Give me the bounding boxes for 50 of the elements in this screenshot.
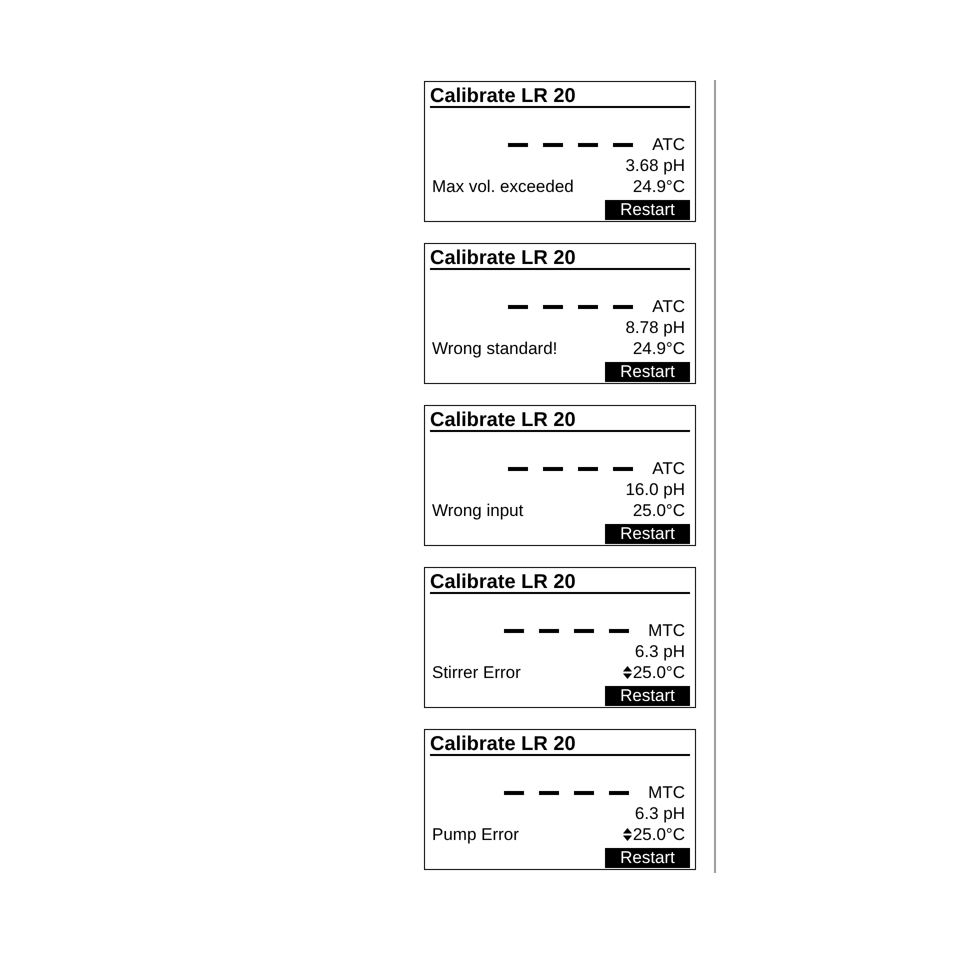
dash-icon	[539, 790, 560, 794]
dash-icon	[543, 466, 564, 470]
temperature-reading: 25.0°C	[632, 662, 685, 683]
dash-icon	[508, 142, 528, 146]
compensation-mode: ATC	[652, 458, 685, 479]
temperature-reading: 24.9°C	[632, 338, 685, 359]
compensation-mode: ATC	[652, 296, 685, 317]
error-message: Wrong input	[432, 500, 524, 521]
display-title: Calibrate LR 20	[430, 734, 690, 756]
dash-icon	[508, 466, 528, 470]
error-message: Max vol. exceeded	[432, 176, 574, 197]
dash-icon	[543, 304, 564, 308]
restart-button[interactable]: Restart	[605, 524, 690, 544]
dash-icon	[578, 304, 598, 308]
ph-reading: 16.0 pH	[625, 479, 685, 500]
ph-reading: 6.3 pH	[634, 641, 685, 662]
compensation-mode: ATC	[652, 134, 685, 155]
error-message: Pump Error	[432, 824, 519, 845]
dash-icon	[508, 304, 528, 308]
ph-reading: 6.3 pH	[634, 803, 685, 824]
dash-icon	[578, 142, 598, 146]
display-title: Calibrate LR 20	[430, 86, 690, 108]
dash-icon	[574, 628, 594, 632]
ph-reading: 8.78 pH	[625, 317, 685, 338]
temperature-reading: 25.0°C	[632, 500, 685, 521]
compensation-mode: MTC	[648, 782, 685, 803]
dash-icon	[504, 790, 524, 794]
restart-button[interactable]: Restart	[605, 848, 690, 868]
restart-button[interactable]: Restart	[605, 362, 690, 382]
temperature-reading: 24.9°C	[632, 176, 685, 197]
display-title: Calibrate LR 20	[430, 248, 690, 270]
restart-button[interactable]: Restart	[605, 686, 690, 706]
dash-icon	[539, 628, 560, 632]
display-title: Calibrate LR 20	[430, 410, 690, 432]
dash-icon	[613, 466, 634, 470]
error-message: Stirrer Error	[432, 662, 521, 683]
display-title: Calibrate LR 20	[430, 572, 690, 594]
compensation-mode: MTC	[648, 620, 685, 641]
dash-icon	[613, 304, 634, 308]
dash-icon	[543, 142, 564, 146]
dash-icon	[578, 466, 598, 470]
dash-icon	[609, 628, 630, 632]
dash-icon	[609, 790, 630, 794]
restart-button[interactable]: Restart	[605, 200, 690, 220]
error-message: Wrong standard!	[432, 338, 558, 359]
dash-icon	[504, 628, 524, 632]
ph-reading: 3.68 pH	[625, 155, 685, 176]
dash-icon	[613, 142, 634, 146]
temperature-reading: 25.0°C	[632, 824, 685, 845]
dash-icon	[574, 790, 594, 794]
